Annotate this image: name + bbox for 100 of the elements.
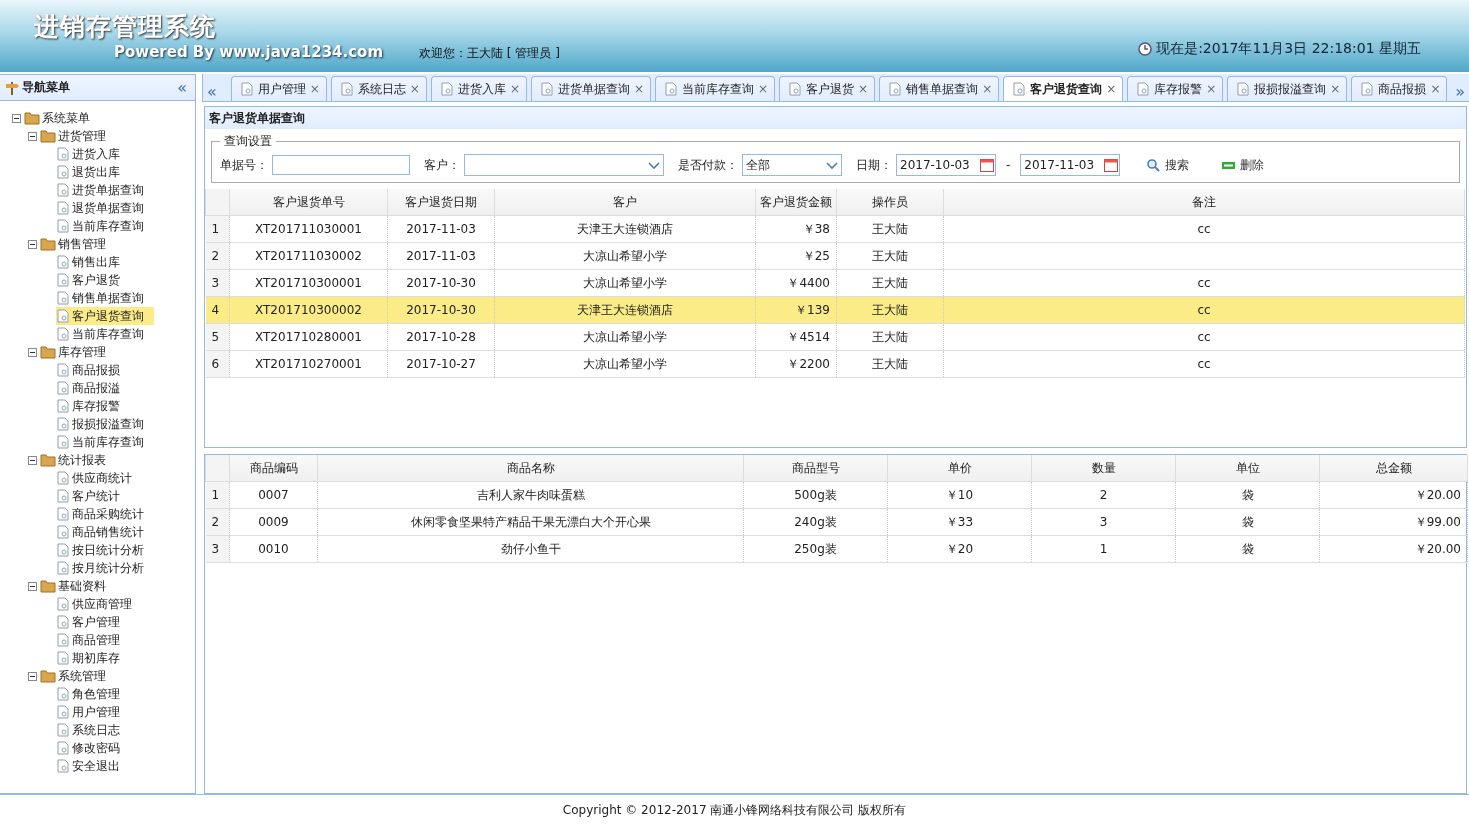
tree-item[interactable]: 退货单据查询 — [56, 199, 154, 217]
tree-item[interactable]: 客户退货 — [56, 271, 130, 289]
close-tab-button[interactable]: × — [509, 82, 520, 96]
table-cell: XT201710280001 — [255, 330, 362, 344]
column-header[interactable]: 商品型号 — [743, 455, 888, 482]
tree-item[interactable]: 按日统计分析 — [56, 541, 154, 559]
tree-item[interactable]: 进货单据查询 — [56, 181, 154, 199]
tree-toggle-icon[interactable] — [28, 581, 37, 591]
tree-item[interactable]: 期初库存 — [56, 649, 130, 667]
column-header[interactable]: 数量 — [1031, 455, 1176, 482]
tab[interactable]: 用户管理 × — [230, 76, 327, 101]
tree-item[interactable]: 当前库存查询 — [56, 217, 154, 235]
folder-icon — [40, 579, 56, 593]
tab[interactable]: 进货入库 × — [430, 76, 527, 101]
date-from-field[interactable]: 2017-10-03 — [896, 154, 996, 176]
close-tab-button[interactable]: × — [409, 82, 420, 96]
delete-button[interactable]: 删除 — [1215, 155, 1271, 175]
column-header[interactable]: 客户退货单号 — [229, 189, 388, 216]
close-tab-button[interactable]: × — [1330, 82, 1341, 96]
column-header[interactable]: 单位 — [1175, 455, 1320, 482]
payment-combo[interactable]: 全部 — [742, 154, 842, 176]
tree-item[interactable]: 系统菜单 — [24, 109, 100, 127]
search-icon — [1146, 157, 1162, 173]
tree-item[interactable]: 库存管理 — [40, 343, 116, 361]
date-to-field[interactable]: 2017-11-03 — [1020, 154, 1121, 176]
close-tab-button[interactable]: × — [758, 82, 769, 96]
close-tab-button[interactable]: × — [309, 82, 320, 96]
tree-item[interactable]: 客户管理 — [56, 613, 130, 631]
tree-item[interactable]: 供应商统计 — [56, 469, 142, 487]
tree-item[interactable]: 商品报溢 — [56, 379, 130, 397]
tree-item[interactable]: 商品报损 — [56, 361, 130, 379]
column-header[interactable]: 客户 — [494, 189, 756, 216]
tree-item[interactable]: 当前库存查询 — [56, 433, 154, 451]
tree-toggle-icon[interactable] — [28, 671, 37, 681]
tree-item[interactable]: 系统管理 — [40, 667, 116, 685]
tab[interactable]: 报损报溢查询 × — [1227, 76, 1348, 101]
close-tab-button[interactable]: × — [858, 82, 869, 96]
close-tab-button[interactable]: × — [1206, 82, 1217, 96]
tree-item[interactable]: 当前库存查询 — [56, 325, 154, 343]
column-header[interactable]: 操作员 — [836, 189, 944, 216]
tab[interactable]: 当前库存查询 × — [655, 76, 776, 101]
tab[interactable]: 库存报警 × — [1127, 76, 1224, 101]
tree-item[interactable]: 销售出库 — [56, 253, 130, 271]
column-header[interactable]: 客户退货金额 — [755, 189, 837, 216]
tree-toggle-icon[interactable] — [28, 455, 37, 465]
close-tab-button[interactable]: × — [634, 82, 645, 96]
column-header[interactable]: 商品名称 — [317, 455, 744, 482]
tree-item[interactable]: 系统日志 — [56, 721, 130, 739]
tree-item[interactable]: 安全退出 — [56, 757, 130, 775]
tree-toggle-icon[interactable] — [28, 239, 37, 249]
close-tab-button[interactable]: × — [1106, 82, 1117, 96]
search-button[interactable]: 搜索 — [1140, 155, 1196, 175]
document-icon — [1136, 82, 1151, 96]
table-cell: ￥25 — [802, 248, 830, 263]
column-header[interactable]: 单价 — [887, 455, 1032, 482]
tab[interactable]: 系统日志 × — [330, 76, 427, 101]
tree-item[interactable]: 商品采购统计 — [56, 505, 154, 523]
folder-icon — [40, 237, 56, 251]
tab[interactable]: 商品报损 × — [1351, 76, 1448, 101]
tree-item[interactable]: 按月统计分析 — [56, 559, 154, 577]
document-icon — [56, 471, 70, 485]
tab[interactable]: 客户退货 × — [779, 76, 876, 101]
tree-item[interactable]: 销售单据查询 — [56, 289, 154, 307]
tree-item[interactable]: 基础资料 — [40, 577, 116, 595]
tree-item[interactable]: 商品管理 — [56, 631, 130, 649]
collapse-button[interactable]: « — [173, 78, 191, 97]
tree-item[interactable]: 客户统计 — [56, 487, 130, 505]
scroll-right-button[interactable]: » — [1451, 82, 1469, 101]
tab[interactable]: 客户退货查询 × — [1003, 76, 1124, 101]
tree-item[interactable]: 角色管理 — [56, 685, 130, 703]
field-label: 日期： — [856, 156, 892, 174]
table-cell: 王大陆 — [872, 275, 908, 290]
close-tab-button[interactable]: × — [982, 82, 993, 96]
table-cell: ￥38 — [802, 221, 830, 236]
tree-item[interactable]: 进货管理 — [40, 127, 116, 145]
tree-item[interactable]: 库存报警 — [56, 397, 130, 415]
row-number: 4 — [205, 296, 230, 324]
tree-item[interactable]: 统计报表 — [40, 451, 116, 469]
tree-item[interactable]: 退货出库 — [56, 163, 130, 181]
column-header[interactable]: 备注 — [943, 189, 1465, 216]
column-header[interactable]: 总金额 — [1319, 455, 1468, 482]
tree-item[interactable]: 商品销售统计 — [56, 523, 154, 541]
row-number: 2 — [205, 242, 230, 270]
tree-item[interactable]: 用户管理 — [56, 703, 130, 721]
bill-number-field[interactable] — [272, 155, 410, 175]
tree-item[interactable]: 供应商管理 — [56, 595, 142, 613]
tree-toggle-icon[interactable] — [28, 347, 37, 357]
tree-toggle-icon[interactable] — [12, 113, 21, 123]
tree-item[interactable]: 客户退货查询 — [56, 307, 154, 325]
tab[interactable]: 进货单据查询 × — [531, 76, 652, 101]
scroll-left-button[interactable]: « — [203, 82, 221, 101]
column-header[interactable]: 商品编码 — [229, 455, 318, 482]
tree-item[interactable]: 进货入库 — [56, 145, 130, 163]
close-tab-button[interactable]: × — [1430, 82, 1441, 96]
tree-item[interactable]: 销售管理 — [40, 235, 116, 253]
tree-toggle-icon[interactable] — [28, 131, 37, 141]
tree-item[interactable]: 修改密码 — [56, 739, 130, 757]
tree-item[interactable]: 报损报溢查询 — [56, 415, 154, 433]
tab[interactable]: 销售单据查询 × — [879, 76, 1000, 101]
column-header[interactable]: 客户退货日期 — [387, 189, 495, 216]
